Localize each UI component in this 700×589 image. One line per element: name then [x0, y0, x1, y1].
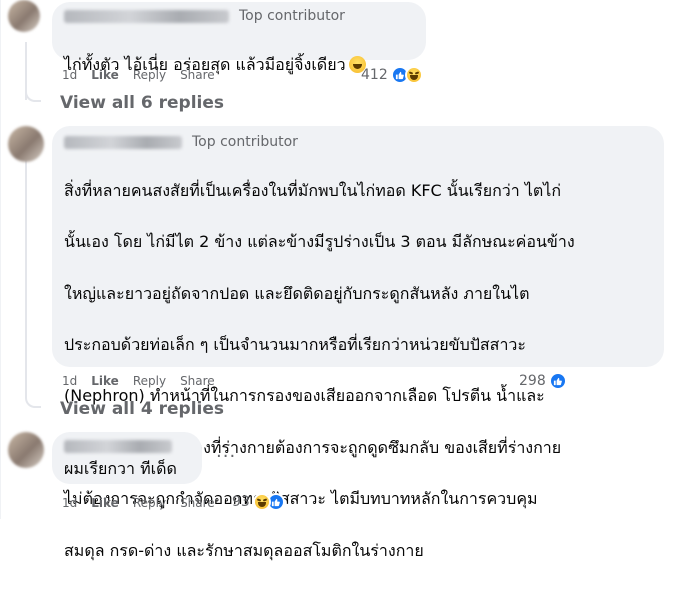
more-options-icon[interactable]: ··· [216, 446, 236, 467]
comment-time[interactable]: 1d [62, 68, 77, 82]
reaction-count: 298 [519, 373, 546, 389]
author-name-redacted[interactable] [64, 9, 229, 23]
comment-header: Top contributor [64, 132, 652, 152]
reaction-summary[interactable]: 298 [519, 372, 567, 390]
reaction-summary[interactable]: 412 [361, 66, 423, 84]
top-contributor-badge: Top contributor [239, 8, 345, 24]
comment-actions: 1d Like Reply Share [62, 374, 215, 388]
author-name-redacted[interactable] [64, 439, 172, 453]
comment-text-line: ใหญ่และยาวอยู่ถัดจากปอด และยึดติดอยู่กับ… [64, 283, 530, 303]
haha-icon [252, 493, 271, 511]
reply-button[interactable]: Reply [133, 374, 166, 388]
thread-line [0, 0, 1, 519]
reaction-count: 412 [361, 67, 388, 83]
like-button[interactable]: Like [91, 68, 119, 82]
comment-text-line: สิ่งที่หลายคนสงสัยที่เป็นเครื่องในที่มัก… [64, 180, 562, 200]
haha-icon [404, 66, 423, 84]
avatar[interactable] [8, 126, 44, 162]
author-name-redacted[interactable] [64, 135, 182, 149]
reply-connector [25, 88, 41, 102]
avatar[interactable] [8, 432, 44, 468]
comment-actions: 1d Like Reply Share [62, 496, 215, 510]
comment-bubble: Top contributor ไก่ทั้งตัว ไอ้เนี่ย อร่อ… [52, 2, 426, 74]
comment-header: Top contributor [64, 6, 414, 26]
comment-text-line: นั้นเอง โดย ไก่มีไต 2 ข้าง แต่ละข้างมีรู… [64, 232, 575, 252]
comment-bubble: ผมเรียกวา ทีเด็ด [52, 432, 202, 484]
share-button[interactable]: Share [180, 374, 215, 388]
comment-text: สิ่งที่หลายคนสงสัยที่เป็นเครื่องในที่มัก… [64, 152, 652, 589]
reply-connector [25, 394, 41, 408]
view-replies-link[interactable]: View all 6 replies [60, 93, 224, 113]
reply-button[interactable]: Reply [133, 496, 166, 510]
like-button[interactable]: Like [91, 374, 119, 388]
comment-time[interactable]: 1d [62, 374, 77, 388]
top-contributor-badge: Top contributor [192, 134, 298, 150]
comment-actions: 1d Like Reply Share [62, 68, 215, 82]
comment-time[interactable]: 1d [62, 496, 77, 510]
comment-text: ผมเรียกวา ทีเด็ด [64, 459, 177, 478]
view-replies-link[interactable]: View all 4 replies [60, 399, 224, 419]
share-button[interactable]: Share [180, 68, 215, 82]
reaction-summary[interactable]: 93 [232, 493, 285, 511]
reply-button[interactable]: Reply [133, 68, 166, 82]
comment-text-line: ประกอบด้วยท่อเล็ก ๆ เป็นจำนวนมากหรือที่เ… [64, 334, 527, 354]
like-icon [548, 372, 567, 390]
like-button[interactable]: Like [91, 496, 119, 510]
share-button[interactable]: Share [180, 496, 215, 510]
comment-text-line: สมดุล กรด-ด่าง และรักษาสมดุลออสโมติกในร่… [64, 540, 424, 560]
avatar[interactable] [8, 0, 40, 32]
comment-bubble: Top contributor สิ่งที่หลายคนสงสัยที่เป็… [52, 126, 664, 560]
comment-header [64, 436, 190, 456]
reaction-count: 93 [232, 494, 250, 510]
thread-line [25, 160, 27, 396]
